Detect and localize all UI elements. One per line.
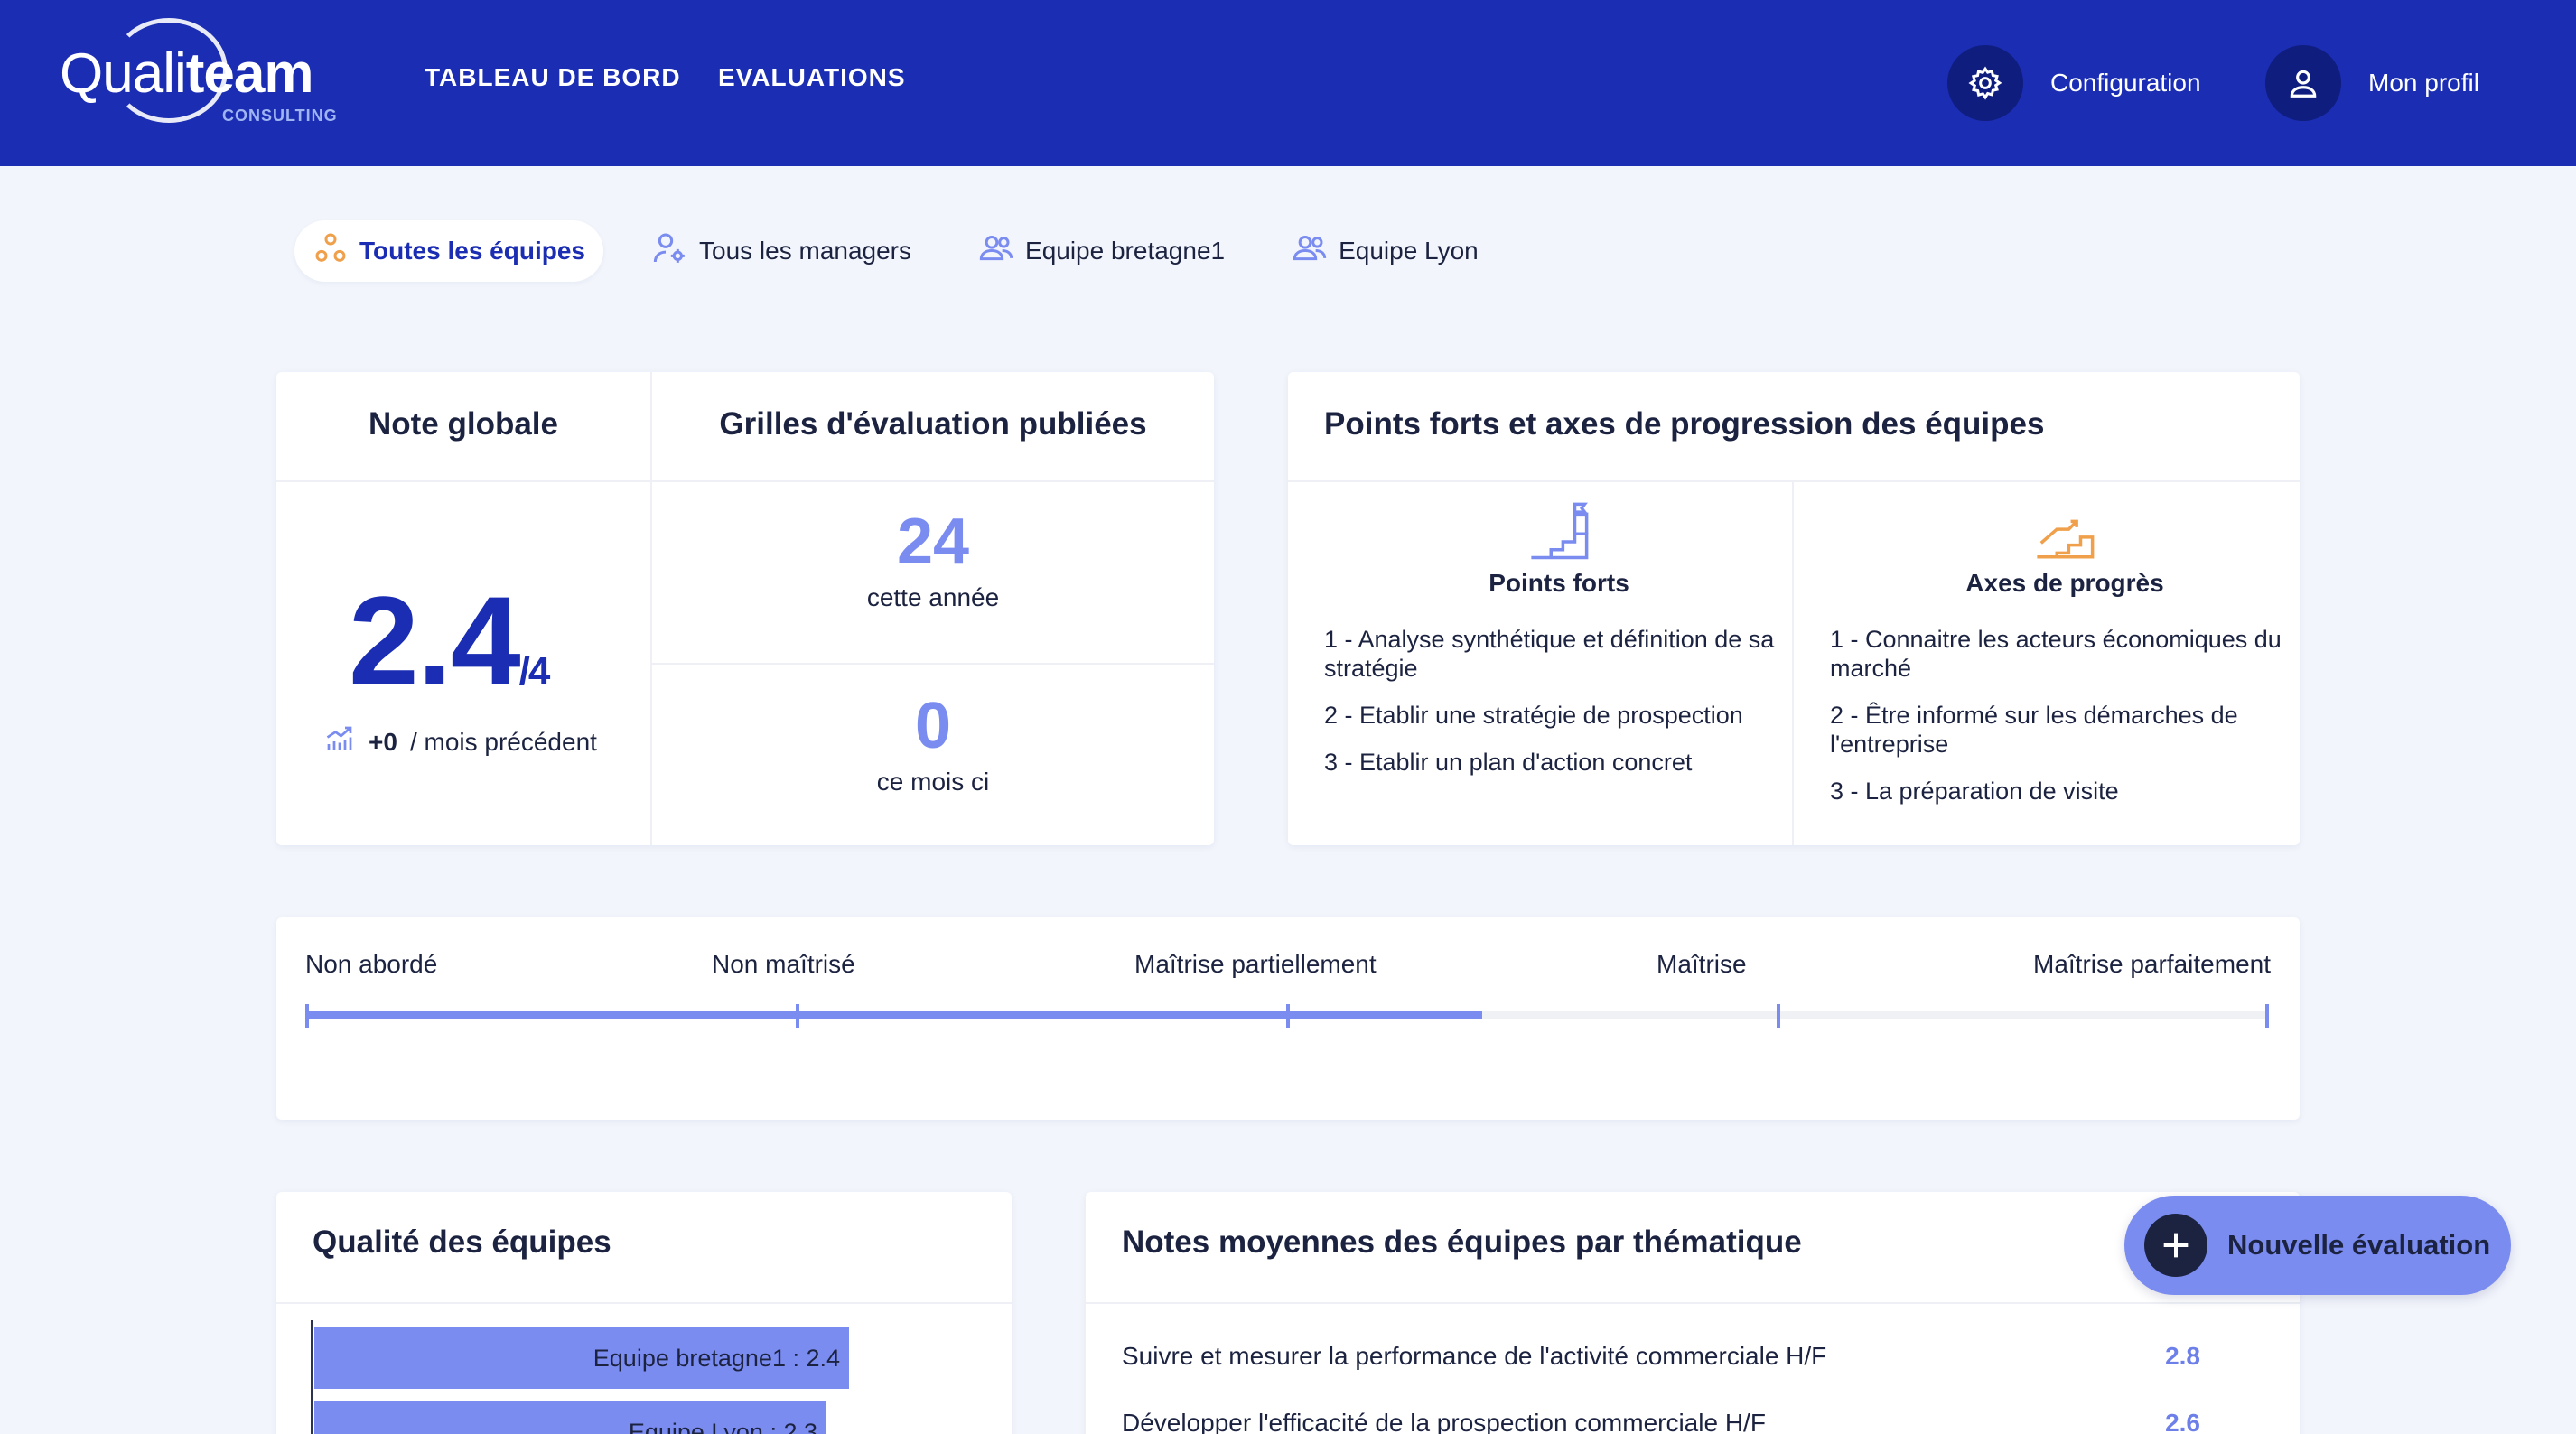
scale-label-maitrise: Maîtrise bbox=[1657, 950, 1747, 978]
team-bar-bretagne1[interactable]: Equipe bretagne1 : 2.4 bbox=[314, 1327, 849, 1389]
user-icon bbox=[2265, 45, 2341, 121]
score-denominator: /4 bbox=[518, 649, 551, 694]
themes-title: Notes moyennes des équipes par thématiqu… bbox=[1122, 1224, 1802, 1260]
scale-tick bbox=[1286, 1004, 1290, 1028]
list-item: 1 - Analyse synthétique et définition de… bbox=[1324, 626, 1775, 682]
logo-wordmark: Qualiteam bbox=[60, 42, 313, 105]
list-item: 2 - Être informé sur les démarches de l'… bbox=[1830, 702, 2238, 758]
theme-row: Développer l'efficacité de la prospectio… bbox=[1122, 1409, 2263, 1434]
tab-all-managers-label: Tous les managers bbox=[699, 237, 912, 265]
mastery-scale-card: Non abordé Non maîtrisé Maîtrise partiel… bbox=[276, 917, 2300, 1120]
chart-axis bbox=[311, 1320, 313, 1434]
scale-tick bbox=[2265, 1004, 2269, 1028]
score-trend: +0 / mois précédent bbox=[323, 722, 597, 761]
stairs-arrow-icon bbox=[1830, 489, 2300, 562]
list-item: 1 - Connaitre les acteurs économiques du… bbox=[1830, 626, 2282, 682]
divider bbox=[652, 663, 1214, 665]
year-count-block: 24 cette année bbox=[652, 509, 1214, 612]
nav-evaluations[interactable]: EVALUATIONS bbox=[718, 63, 906, 92]
points-title: Points forts et axes de progression des … bbox=[1324, 406, 2045, 442]
quality-title: Qualité des équipes bbox=[313, 1224, 611, 1260]
stats-card: Note globale 2.4/4 +0 / mois précédent G… bbox=[276, 372, 1214, 845]
divider bbox=[276, 1302, 1012, 1304]
new-evaluation-label: Nouvelle évaluation bbox=[2227, 1229, 2491, 1261]
trend-chart-icon bbox=[323, 722, 356, 761]
theme-label: Développer l'efficacité de la prospectio… bbox=[1122, 1409, 1766, 1434]
global-score: 2.4/4 bbox=[349, 570, 551, 712]
stairs-flag-icon bbox=[1324, 489, 1794, 562]
logo-subtitle: CONSULTING bbox=[222, 107, 338, 125]
profile-button[interactable]: Mon profil bbox=[2265, 45, 2479, 121]
trend-label: / mois précédent bbox=[409, 727, 597, 756]
team-filter-tabs: Toutes les équipes Tous les managers Equ… bbox=[294, 220, 1497, 282]
theme-label: Suivre et mesurer la performance de l'ac… bbox=[1122, 1342, 1827, 1370]
scale-label-partiel: Maîtrise partiellement bbox=[1134, 950, 1377, 978]
progress-title: Axes de progrès bbox=[1965, 569, 2164, 597]
trend-value: +0 bbox=[369, 727, 397, 756]
list-item: 3 - La préparation de visite bbox=[1830, 778, 2119, 805]
tab-equipe-lyon-label: Equipe Lyon bbox=[1339, 237, 1479, 265]
month-count-label: ce mois ci bbox=[876, 768, 990, 796]
scale-tick bbox=[1777, 1004, 1780, 1028]
mastery-fill bbox=[305, 1011, 1483, 1019]
theme-row: Suivre et mesurer la performance de l'ac… bbox=[1122, 1342, 2263, 1371]
strengths-column: Points forts 1 - Analyse synthétique et … bbox=[1324, 489, 1794, 795]
group-icon bbox=[978, 230, 1014, 273]
month-count-block: 0 ce mois ci bbox=[652, 694, 1214, 796]
tab-equipe-bretagne1-label: Equipe bretagne1 bbox=[1025, 237, 1226, 265]
theme-value: 2.6 bbox=[2165, 1409, 2200, 1434]
list-item: 2 - Etablir une stratégie de prospection bbox=[1324, 702, 1743, 729]
tab-equipe-bretagne1[interactable]: Equipe bretagne1 bbox=[960, 220, 1243, 282]
scale-tick bbox=[796, 1004, 799, 1028]
scale-label-non-aborde: Non abordé bbox=[305, 950, 438, 978]
grilles-title: Grilles d'évaluation publiées bbox=[719, 406, 1147, 442]
year-count-label: cette année bbox=[866, 583, 1000, 611]
top-header: Qualiteam CONSULTING TABLEAU DE BORD EVA… bbox=[0, 0, 2576, 166]
tab-equipe-lyon[interactable]: Equipe Lyon bbox=[1274, 220, 1497, 282]
teams-circles-icon bbox=[313, 230, 349, 273]
nav-tableau-de-bord[interactable]: TABLEAU DE BORD bbox=[425, 63, 681, 92]
team-bar-lyon[interactable]: Equipe Lyon : 2.3 bbox=[314, 1401, 826, 1434]
tab-all-managers[interactable]: Tous les managers bbox=[634, 220, 929, 282]
qualiteam-logo[interactable]: Qualiteam CONSULTING bbox=[60, 18, 349, 126]
divider bbox=[276, 480, 1214, 482]
progress-list: 1 - Connaitre les acteurs économiques du… bbox=[1830, 625, 2300, 805]
new-evaluation-button[interactable]: Nouvelle évaluation bbox=[2124, 1196, 2511, 1295]
progress-column: Axes de progrès 1 - Connaitre les acteur… bbox=[1830, 489, 2300, 824]
month-count: 0 bbox=[914, 690, 952, 762]
list-item: 3 - Etablir un plan d'action concret bbox=[1324, 749, 1693, 776]
note-globale-title: Note globale bbox=[368, 406, 559, 442]
scale-label-parfait: Maîtrise parfaitement bbox=[2033, 950, 2271, 978]
theme-value: 2.8 bbox=[2165, 1342, 2200, 1370]
divider bbox=[1288, 480, 2300, 482]
scale-label-non-maitrise: Non maîtrisé bbox=[712, 950, 855, 978]
team-quality-card: Qualité des équipes Equipe bretagne1 : 2… bbox=[276, 1192, 1012, 1434]
group-icon bbox=[1292, 230, 1328, 273]
strengths-list: 1 - Analyse synthétique et définition de… bbox=[1324, 625, 1794, 777]
year-count: 24 bbox=[896, 506, 970, 578]
tab-all-teams-label: Toutes les équipes bbox=[359, 237, 585, 265]
strengths-progress-card: Points forts et axes de progression des … bbox=[1288, 372, 2300, 845]
manager-gear-icon bbox=[652, 230, 688, 273]
configuration-label: Configuration bbox=[2050, 69, 2201, 97]
strengths-title: Points forts bbox=[1489, 569, 1629, 597]
configuration-button[interactable]: Configuration bbox=[1947, 45, 2201, 121]
scale-tick bbox=[305, 1004, 309, 1028]
gear-icon bbox=[1947, 45, 2023, 121]
plus-icon bbox=[2144, 1214, 2207, 1277]
tab-all-teams[interactable]: Toutes les équipes bbox=[294, 220, 603, 282]
themes-average-card: Notes moyennes des équipes par thématiqu… bbox=[1086, 1192, 2300, 1434]
divider bbox=[1086, 1302, 2300, 1304]
profile-label: Mon profil bbox=[2368, 69, 2479, 97]
